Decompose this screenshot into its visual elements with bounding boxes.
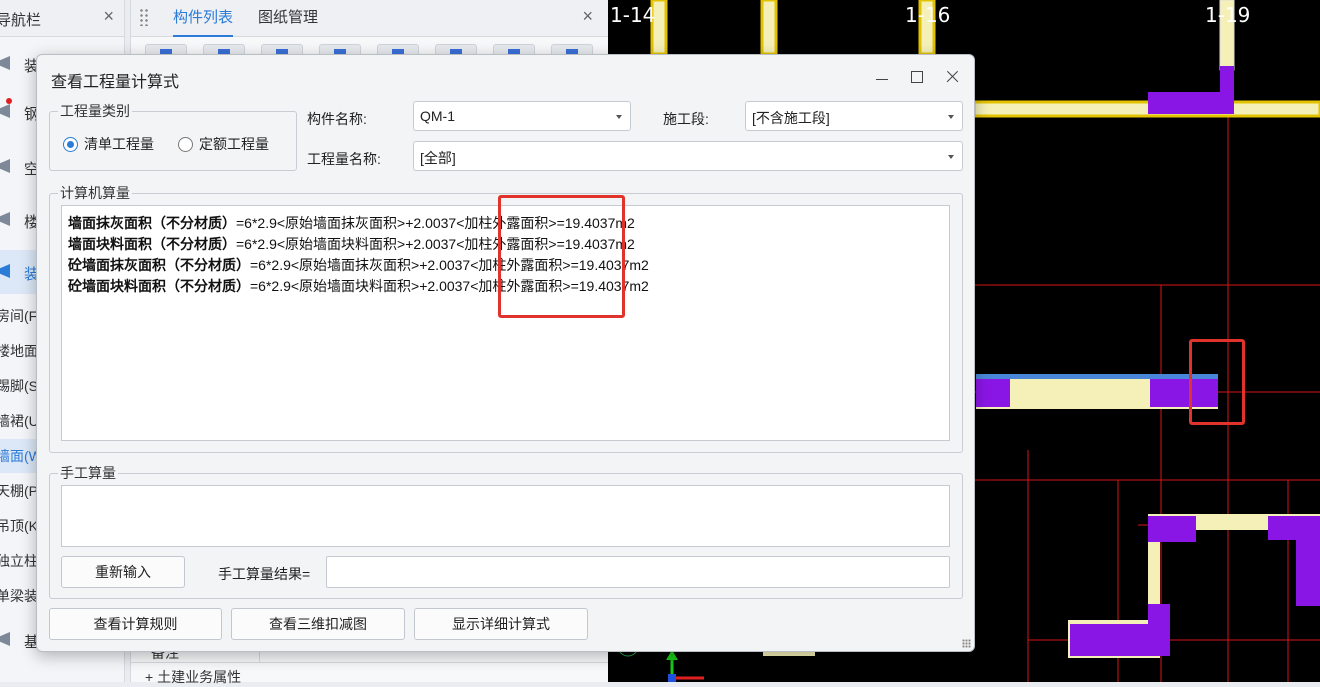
column-shape (1268, 516, 1320, 606)
folder-icon (0, 56, 10, 70)
nav-header: 导航栏 × (0, 0, 124, 37)
list-header: 构件列表 图纸管理 × (131, 0, 609, 37)
folder-icon (0, 104, 10, 118)
axis-label: 1-16 (905, 3, 950, 27)
radio-checked-icon (63, 136, 78, 152)
drag-grip-icon[interactable] (139, 8, 149, 26)
wall-segment (972, 100, 1320, 118)
folder-icon (0, 212, 10, 226)
show-detail-formula-button[interactable]: 显示详细计算式 (414, 608, 588, 640)
column-shape (1148, 66, 1234, 114)
tab-drawing-management[interactable]: 图纸管理 (258, 0, 318, 35)
view-rules-button[interactable]: 查看计算规则 (49, 608, 222, 640)
dialog-title: 查看工程量计算式 (51, 74, 180, 91)
column-shape (976, 379, 1010, 407)
property-group-label: + 土建业务属性 (145, 669, 242, 685)
radio-quota-quantity[interactable]: 定额工程量 (178, 135, 269, 153)
chevron-down-icon (948, 115, 954, 119)
construction-stage-label: 施工段: (663, 111, 709, 127)
calc-line: 墙面抹灰面积（不分材质）=6*2.9<原始墙面抹灰面积>+2.0037<加柱外露… (68, 215, 635, 231)
component-name-label: 构件名称: (307, 111, 367, 127)
quantity-formula-dialog: 查看工程量计算式 工程量类别 清单工程量 定额工程量 构件名称: QM-1 施工… (36, 54, 975, 652)
radio-bill-quantity[interactable]: 清单工程量 (63, 135, 154, 153)
calc-line: 砼墙面块料面积（不分材质）=6*2.9<原始墙面块料面积>+2.0037<加柱外… (68, 278, 649, 294)
resize-grip-icon[interactable] (962, 639, 971, 648)
list-close-icon[interactable]: × (582, 6, 593, 27)
folder-icon (0, 159, 10, 173)
computer-calc-legend: 计算机算量 (60, 185, 130, 201)
view-3d-deduction-button[interactable]: 查看三维扣减图 (231, 608, 405, 640)
column-shape (1150, 379, 1218, 407)
manual-calc-legend: 手工算量 (60, 465, 116, 481)
tab-component-list[interactable]: 构件列表 (173, 0, 234, 37)
chevron-down-icon (616, 115, 622, 119)
close-icon[interactable] (940, 65, 964, 89)
nav-title: 导航栏 (0, 12, 42, 29)
manual-result-label: 手工算量结果= (218, 566, 311, 582)
maximize-icon[interactable] (905, 65, 929, 89)
chevron-down-icon (948, 155, 954, 159)
folder-icon (0, 632, 10, 646)
computer-calc-textarea[interactable]: 墙面抹灰面积（不分材质）=6*2.9<原始墙面抹灰面积>+2.0037<加柱外露… (61, 205, 950, 441)
calc-line: 砼墙面抹灰面积（不分材质）=6*2.9<原始墙面抹灰面积>+2.0037<加柱外… (68, 257, 649, 273)
nav-close-icon[interactable]: × (103, 6, 114, 27)
column-shape (1148, 516, 1196, 542)
quantity-name-label: 工程量名称: (307, 151, 381, 167)
quantity-type-legend: 工程量类别 (60, 103, 130, 119)
axis-label: 1-14 (610, 3, 655, 27)
quantity-name-select[interactable]: [全部] (413, 141, 963, 171)
calc-line: 墙面块料面积（不分材质）=6*2.9<原始墙面块料面积>+2.0037<加柱外露… (68, 236, 635, 252)
component-name-select[interactable]: QM-1 (413, 101, 631, 131)
wall-top-edge (976, 374, 1218, 379)
notification-dot-icon (6, 98, 12, 104)
manual-calc-textarea[interactable] (61, 485, 950, 547)
ucs-origin (668, 674, 676, 682)
radio-unchecked-icon (178, 136, 193, 152)
axis-label: 1-19 (1205, 3, 1250, 27)
wall-segment (760, 0, 778, 56)
column-shape (1070, 604, 1170, 656)
manual-result-input[interactable] (326, 556, 950, 588)
reenter-button[interactable]: 重新输入 (61, 556, 185, 588)
property-group-civil[interactable]: + 土建业务属性 (131, 662, 609, 685)
construction-stage-select[interactable]: [不含施工段] (745, 101, 963, 131)
folder-icon (0, 264, 10, 278)
minimize-icon[interactable] (870, 65, 894, 89)
